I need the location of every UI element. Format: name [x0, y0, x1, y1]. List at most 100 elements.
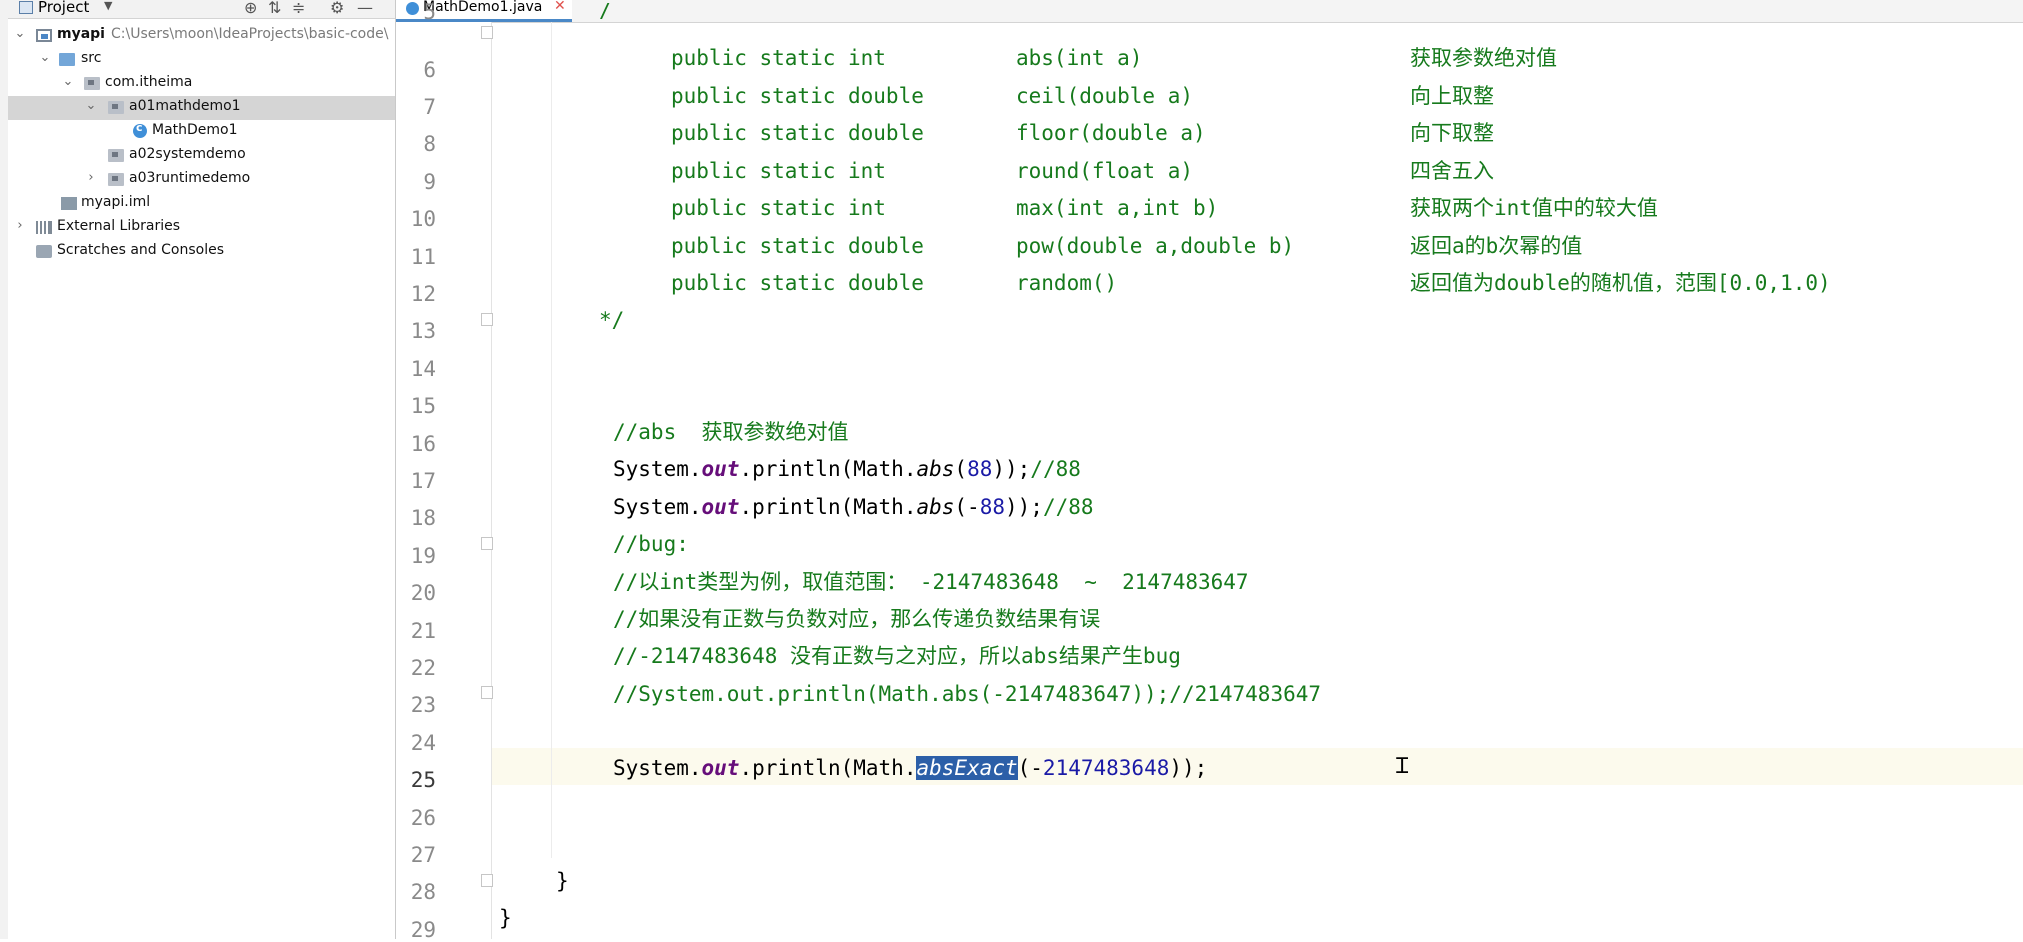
code-description: 返回值为double的随机值，范围[0.0,1.0): [1410, 271, 1831, 295]
library-icon: [36, 221, 52, 234]
code-token: (-: [1017, 756, 1043, 780]
line-number: 27: [410, 843, 436, 867]
code-editor[interactable]: MathDemo1.java ✕ 5 6 7 8 9 10 11 12 13 1…: [396, 0, 2023, 942]
code-token: System.: [613, 495, 702, 519]
code-signature: floor(double a): [1016, 121, 1206, 145]
chevron-down-icon[interactable]: ⌄: [13, 26, 27, 41]
line-number: 10: [410, 207, 436, 231]
selected-text[interactable]: absExact: [916, 756, 1018, 780]
line-number: 9: [423, 170, 436, 194]
line-number: 26: [410, 806, 436, 830]
code-signature: ceil(double a): [1016, 84, 1194, 108]
project-title[interactable]: Project: [38, 0, 89, 16]
scratches-icon: [36, 245, 52, 258]
chevron-down-icon[interactable]: ⌄: [84, 98, 98, 113]
chevron-right-icon[interactable]: ›: [13, 218, 27, 233]
gear-icon[interactable]: ⚙: [330, 0, 344, 17]
code-token: ));: [1169, 756, 1208, 780]
code-token: out: [701, 495, 740, 519]
project-tool-window: Project ▼ ⊕ ⇅ ≑ ⚙ — ⌄ myapi C:\Users\moon…: [8, 0, 396, 939]
source-folder-icon: [59, 53, 75, 66]
line-number: 22: [410, 656, 436, 680]
code-line: System.out.println(Math.abs(88));//88: [613, 451, 1081, 488]
line-number: 19: [410, 544, 436, 568]
code-description: 向下取整: [1410, 121, 1494, 145]
code-description: 获取两个int值中的较大值: [1410, 196, 1658, 220]
line-number: 18: [410, 506, 436, 530]
minimize-icon[interactable]: —: [357, 0, 373, 17]
code-token: .println(Math.: [739, 756, 917, 780]
code-line: }: [556, 869, 569, 893]
tree-item-myapi[interactable]: ⌄ myapi C:\Users\moon\IdeaProjects\basic-…: [8, 24, 395, 48]
fold-marker[interactable]: [481, 686, 493, 699]
code-token: (-: [954, 495, 980, 519]
line-number: 5: [423, 0, 436, 24]
code-token: out: [701, 756, 740, 780]
code-token: System.: [613, 756, 702, 780]
code-modifiers: public static double: [671, 234, 924, 258]
collapse-all-icon[interactable]: ≑: [292, 0, 305, 17]
line-number: 25: [410, 768, 436, 792]
code-token: 88: [967, 457, 993, 481]
line-number: 17: [410, 469, 436, 493]
tree-path: C:\Users\moon\IdeaProjects\basic-code\: [110, 26, 389, 42]
tree-label: Scratches and Consoles: [57, 242, 224, 258]
chevron-right-icon[interactable]: ›: [84, 170, 98, 185]
line-number: 13: [410, 319, 436, 343]
code-token: 2147483648: [1042, 756, 1170, 780]
tree-item-myapi-iml[interactable]: myapi.iml: [8, 192, 395, 216]
tree-label: a01mathdemo1: [129, 98, 241, 114]
code-token: out: [701, 457, 740, 481]
code-token: System.: [613, 457, 702, 481]
line-number: 7: [423, 95, 436, 119]
code-line: //如果没有正数与负数对应，那么传递负数结果有误: [613, 607, 1101, 631]
tree-label: myapi: [57, 26, 105, 42]
code-token: .println(Math.: [739, 457, 917, 481]
tree-item-external-libraries[interactable]: › External Libraries: [8, 216, 395, 240]
code-modifiers: public static double: [671, 121, 924, 145]
fold-marker[interactable]: [481, 537, 493, 550]
fold-marker[interactable]: [481, 313, 493, 326]
tree-item-src[interactable]: ⌄ src: [8, 48, 395, 72]
tree-item-com-itheima[interactable]: ⌄ com.itheima: [8, 72, 395, 96]
close-icon[interactable]: ✕: [554, 0, 566, 14]
tree-label: myapi.iml: [81, 194, 151, 210]
chevron-down-icon[interactable]: ⌄: [38, 50, 52, 65]
code-modifiers: public static int: [671, 46, 886, 70]
crosshair-icon[interactable]: ⊕: [244, 0, 257, 17]
text-cursor-icon: Ɪ: [1396, 754, 1409, 779]
code-token: .println(Math.: [739, 495, 917, 519]
tree-item-a01mathdemo1[interactable]: ⌄ a01mathdemo1: [8, 96, 395, 120]
line-number: 28: [410, 880, 436, 904]
code-description: 返回a的b次幂的值: [1410, 234, 1583, 258]
tree-item-a03runtimedemo[interactable]: › a03runtimedemo: [8, 168, 395, 192]
tree-label: src: [81, 50, 102, 66]
tree-item-mathdemo1[interactable]: MathDemo1: [8, 120, 395, 144]
code-token: abs: [916, 495, 955, 519]
package-icon: [108, 101, 124, 114]
line-number: 24: [410, 731, 436, 755]
code-signature: round(float a): [1016, 159, 1194, 183]
code-modifiers: public static double: [671, 84, 924, 108]
code-modifiers: public static double: [671, 271, 924, 295]
chevron-down-icon[interactable]: ▼: [104, 0, 112, 12]
tree-label: External Libraries: [57, 218, 180, 234]
chevron-down-icon[interactable]: ⌄: [61, 74, 75, 89]
line-number: 20: [410, 581, 436, 605]
code-line: /: [599, 3, 612, 22]
code-line: //abs 获取参数绝对值: [613, 420, 849, 444]
expand-all-icon[interactable]: ⇅: [268, 0, 281, 17]
tree-item-scratches[interactable]: Scratches and Consoles: [8, 240, 395, 264]
fold-marker[interactable]: [481, 26, 493, 39]
code-signature: pow(double a,double b): [1016, 234, 1295, 258]
tree-label: a03runtimedemo: [129, 170, 251, 186]
code-line: }: [499, 906, 512, 930]
line-number: 14: [410, 357, 436, 381]
fold-marker[interactable]: [481, 874, 493, 887]
line-number: 12: [410, 282, 436, 306]
code-line: */: [599, 308, 625, 332]
tree-item-a02systemdemo[interactable]: a02systemdemo: [8, 144, 395, 168]
code-signature: abs(int a): [1016, 46, 1143, 70]
code-line: //System.out.println(Math.abs(-214748364…: [613, 682, 1322, 706]
line-number-gutter[interactable]: 5 6 7 8 9 10 11 12 13 14 15 16 17 18 19 …: [396, 0, 493, 942]
